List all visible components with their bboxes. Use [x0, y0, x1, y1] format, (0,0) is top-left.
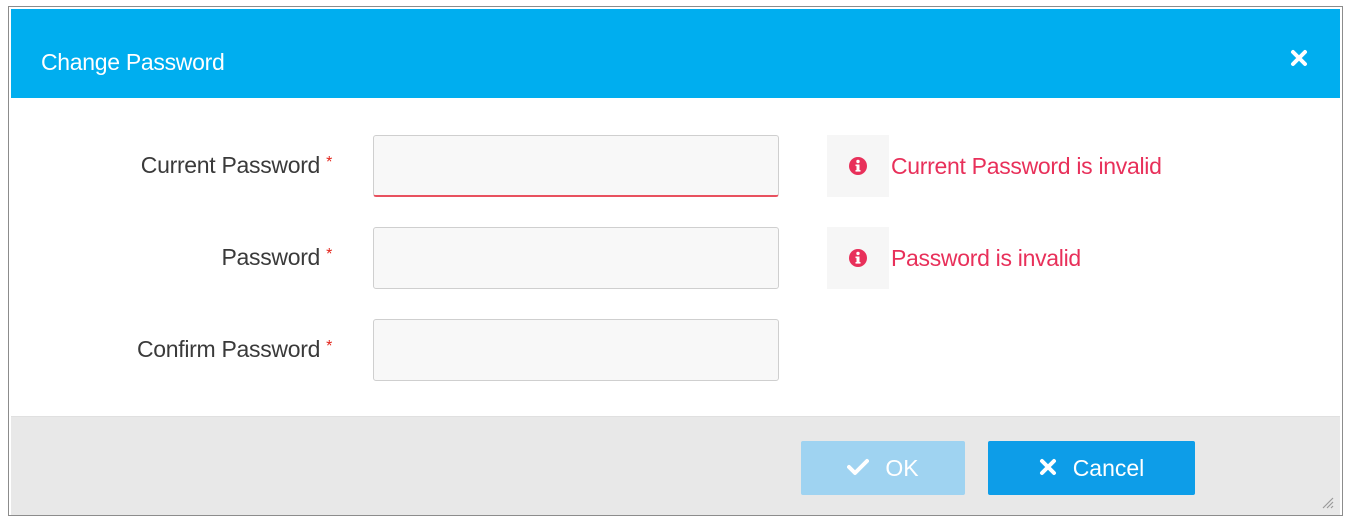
- confirm-password-label: Confirm Password *: [137, 336, 332, 363]
- check-icon: [847, 455, 870, 482]
- close-icon: [1039, 455, 1057, 482]
- required-marker: *: [326, 154, 332, 171]
- current-password-label: Current Password *: [140, 152, 333, 179]
- close-icon[interactable]: [1288, 47, 1310, 69]
- change-password-dialog: Change Password Current Password * Curren…: [8, 6, 1343, 516]
- dialog-title: Change Password: [41, 49, 225, 75]
- current-password-row: Current Password * Current Password is in…: [9, 135, 1342, 197]
- info-circle-icon: [827, 135, 889, 197]
- password-error-text: Password is invalid: [891, 244, 1081, 271]
- required-marker: *: [326, 246, 332, 263]
- cancel-button-label: Cancel: [1072, 454, 1145, 481]
- current-password-input[interactable]: [373, 135, 779, 197]
- confirm-password-label-text: Confirm Password: [136, 336, 321, 362]
- ok-button[interactable]: OK: [801, 441, 965, 495]
- current-password-label-text: Current Password: [140, 152, 321, 178]
- current-password-error: Current Password is invalid: [827, 135, 1162, 197]
- dialog-header: Change Password: [11, 9, 1340, 98]
- cancel-button[interactable]: Cancel: [988, 441, 1195, 495]
- current-password-error-text: Current Password is invalid: [891, 152, 1162, 179]
- password-label-text: Password: [221, 244, 321, 270]
- password-row: Password * Password is invalid: [9, 227, 1342, 289]
- required-marker: *: [326, 338, 332, 355]
- info-circle-icon: [827, 227, 889, 289]
- confirm-password-input[interactable]: [373, 319, 779, 381]
- password-error: Password is invalid: [827, 227, 1081, 289]
- dialog-footer: OK Cancel: [11, 416, 1340, 515]
- resize-grip-icon[interactable]: [1320, 495, 1334, 509]
- password-label: Password *: [221, 244, 332, 271]
- ok-button-label: OK: [885, 454, 919, 481]
- confirm-password-row: Confirm Password *: [9, 319, 1342, 381]
- password-input[interactable]: [373, 227, 779, 289]
